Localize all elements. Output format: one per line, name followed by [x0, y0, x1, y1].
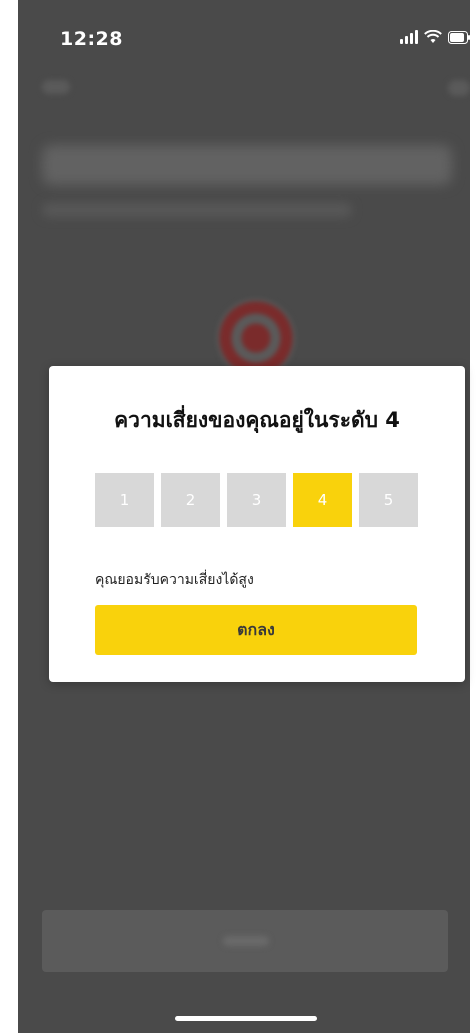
risk-level-5: 5 — [359, 473, 418, 527]
page-subtitle-blurred — [42, 203, 352, 217]
risk-level-3: 3 — [227, 473, 286, 527]
risk-level-2: 2 — [161, 473, 220, 527]
background-next-button-label — [223, 936, 269, 946]
ok-button[interactable]: ตกลง — [95, 605, 417, 655]
back-button — [42, 80, 70, 94]
risk-level-4: 4 — [293, 473, 352, 527]
risk-level-1: 1 — [95, 473, 154, 527]
header-action — [448, 80, 470, 96]
risk-description: คุณยอมรับความเสี่ยงได้สูง — [95, 572, 254, 588]
risk-level-selector: 1 2 3 4 5 — [95, 473, 418, 527]
dialog-title: ความเสี่ยงของคุณอยู่ในระดับ 4 — [114, 408, 400, 432]
page-title-blurred — [42, 145, 452, 185]
risk-level-dialog: ความเสี่ยงของคุณอยู่ในระดับ 4 1 2 3 4 5 … — [49, 366, 465, 682]
home-indicator[interactable] — [175, 1016, 317, 1021]
